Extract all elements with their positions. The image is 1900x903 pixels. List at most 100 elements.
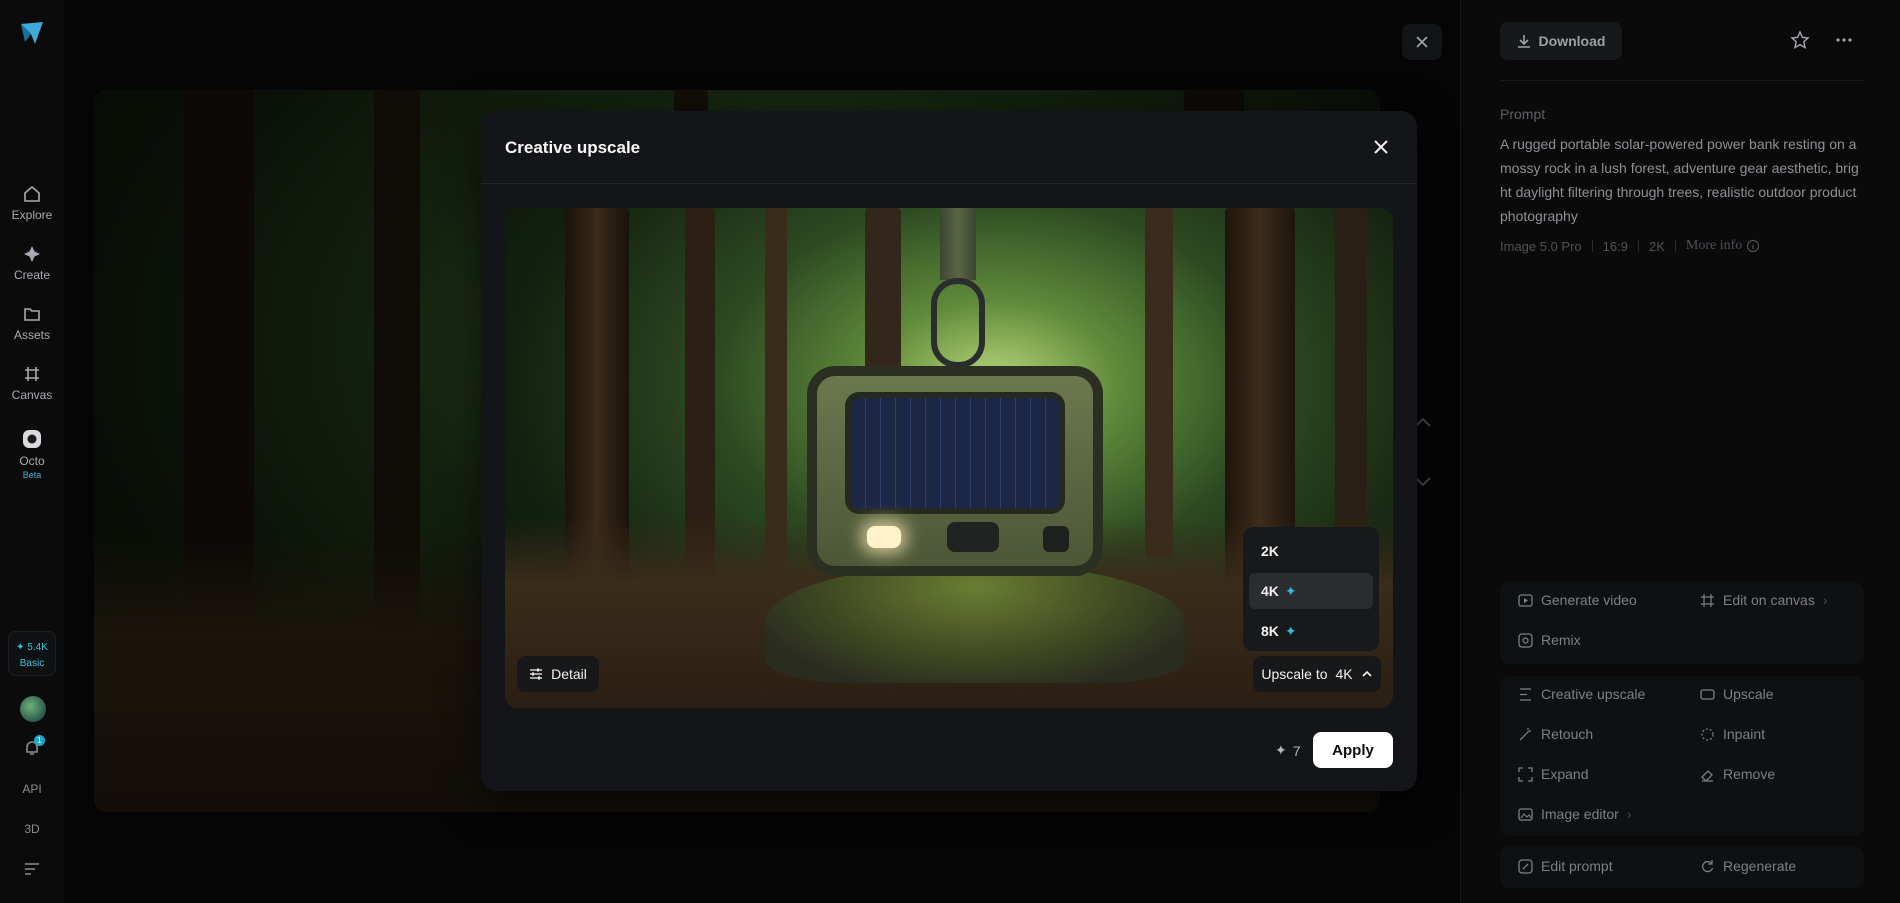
image-editor-label: Image editor <box>1541 806 1619 822</box>
nav-explore-label: Explore <box>11 208 53 222</box>
option-4k-label: 4K <box>1261 583 1279 599</box>
beta-badge: Beta <box>22 470 42 480</box>
canvas-icon <box>1701 593 1714 607</box>
nav-create[interactable]: Create <box>0 244 64 282</box>
modal-divider <box>481 183 1417 184</box>
retouch-label: Retouch <box>1541 726 1594 742</box>
download-button[interactable]: Download <box>1500 22 1622 60</box>
nav-octo[interactable]: Octo Beta <box>0 428 64 480</box>
regenerate-label: Regenerate <box>1723 858 1797 874</box>
close-icon <box>1416 36 1428 48</box>
nav-create-label: Create <box>13 268 51 282</box>
edit-prompt-button[interactable]: Edit prompt <box>1518 858 1613 874</box>
generate-video-label: Generate video <box>1541 592 1637 608</box>
panel-divider <box>1500 80 1864 81</box>
folder-icon <box>24 308 40 321</box>
sparkle-icon <box>24 246 40 262</box>
option-4k[interactable]: 4K ✦ <box>1249 573 1373 609</box>
wand-icon <box>1519 727 1531 740</box>
more-info-link[interactable]: More info <box>1686 238 1760 254</box>
image-editor-icon <box>1518 807 1533 821</box>
image-editor-button[interactable]: Image editor › <box>1518 806 1632 822</box>
option-8k[interactable]: 8K ✦ <box>1249 613 1373 649</box>
close-icon <box>1374 140 1388 154</box>
upscale-button[interactable]: Upscale <box>1700 686 1774 702</box>
refresh-icon <box>1702 859 1714 872</box>
remove-button[interactable]: Remove <box>1700 766 1775 782</box>
modal-close-button[interactable] <box>1369 135 1393 159</box>
resolution-dropdown: 2K 4K ✦ 8K ✦ <box>1243 527 1379 651</box>
meta-ratio: 16:9 <box>1602 238 1628 254</box>
option-2k[interactable]: 2K <box>1249 533 1373 569</box>
detail-label: Detail <box>551 666 587 682</box>
download-icon <box>1517 35 1530 48</box>
home-icon <box>24 185 40 202</box>
expand-label: Expand <box>1541 766 1589 782</box>
chevron-right-icon: › <box>1822 592 1828 608</box>
credit-cost-icon: ✦ <box>1275 742 1287 758</box>
creative-upscale-icon <box>1520 687 1531 701</box>
chevron-up-icon <box>1362 670 1372 677</box>
credits-amount: 5.4K <box>27 642 48 653</box>
remix-button[interactable]: Remix <box>1518 632 1581 648</box>
meta-resolution: 2K <box>1648 238 1665 254</box>
remove-label: Remove <box>1723 766 1776 782</box>
credits-badge[interactable]: ✦ 5.4K Basic <box>8 631 56 676</box>
premium-sparkle-icon: ✦ <box>1284 622 1297 639</box>
nav-octo-label: Octo <box>19 454 45 468</box>
logo-icon[interactable] <box>19 20 45 46</box>
credit-sparkle-icon: ✦ <box>16 642 25 653</box>
edit-on-canvas-button[interactable]: Edit on canvas › <box>1700 592 1828 608</box>
canvas-icon <box>25 367 39 381</box>
apply-button[interactable]: Apply <box>1313 732 1393 768</box>
detail-button[interactable]: Detail <box>517 656 599 692</box>
upscale-label: Upscale <box>1723 686 1774 702</box>
prompt-text: A rugged portable solar-powered power ba… <box>1500 136 1859 224</box>
plan-label: Basic <box>19 658 45 669</box>
nav-3d[interactable]: 3D <box>0 822 64 836</box>
remix-label: Remix <box>1541 632 1581 648</box>
expand-button[interactable]: Expand <box>1518 766 1588 782</box>
sliders-icon <box>530 668 543 680</box>
nav-assets-label: Assets <box>13 328 50 342</box>
avatar[interactable] <box>20 696 46 722</box>
prompt-label: Prompt <box>1500 106 1546 122</box>
creative-upscale-button[interactable]: Creative upscale <box>1518 686 1645 702</box>
regenerate-button[interactable]: Regenerate <box>1700 858 1796 874</box>
nav-api[interactable]: API <box>0 782 64 796</box>
creative-upscale-modal: Creative upscale 2K 4K ✦ 8K ✦ Detail Ups… <box>481 111 1417 791</box>
menu-icon[interactable] <box>24 862 40 876</box>
inpaint-button[interactable]: Inpaint <box>1700 726 1765 742</box>
inpaint-label: Inpaint <box>1723 726 1766 742</box>
info-icon <box>1747 239 1760 253</box>
close-viewer-button[interactable] <box>1402 24 1442 60</box>
play-icon <box>1518 593 1533 607</box>
nav-canvas-label: Canvas <box>11 388 53 402</box>
nav-assets[interactable]: Assets <box>0 304 64 342</box>
hd-icon <box>1700 688 1715 700</box>
edit-prompt-label: Edit prompt <box>1541 858 1613 874</box>
nav-explore[interactable]: Explore <box>0 184 64 222</box>
more-info-label: More info <box>1685 238 1743 253</box>
expand-icon <box>1518 766 1533 782</box>
generate-video-button[interactable]: Generate video <box>1518 592 1637 608</box>
option-8k-label: 8K <box>1261 623 1279 639</box>
nav-canvas[interactable]: Canvas <box>0 364 64 402</box>
option-2k-label: 2K <box>1261 543 1279 559</box>
modal-title: Creative upscale <box>505 138 641 157</box>
notification-badge: 1 <box>34 735 45 746</box>
inpaint-icon <box>1701 727 1714 741</box>
upscale-value: 4K <box>1335 666 1353 682</box>
edit-on-canvas-label: Edit on canvas <box>1723 592 1815 608</box>
preview-image: 2K 4K ✦ 8K ✦ Detail Upscale to 4K <box>505 208 1393 708</box>
image-meta: Image 5.0 Pro 16:9 2K More info <box>1500 238 1760 254</box>
credit-cost: ✦ 7 <box>1275 742 1301 759</box>
upscale-select[interactable]: Upscale to 4K <box>1253 656 1381 692</box>
more-icon[interactable] <box>1834 30 1854 50</box>
creative-upscale-label: Creative upscale <box>1541 686 1646 702</box>
edit-icon <box>1518 858 1533 874</box>
retouch-button[interactable]: Retouch <box>1518 726 1593 742</box>
star-icon[interactable] <box>1790 30 1810 50</box>
left-nav: Explore Create Assets Canvas Octo Beta ✦… <box>0 0 64 903</box>
upscale-prefix: Upscale to <box>1261 666 1328 682</box>
